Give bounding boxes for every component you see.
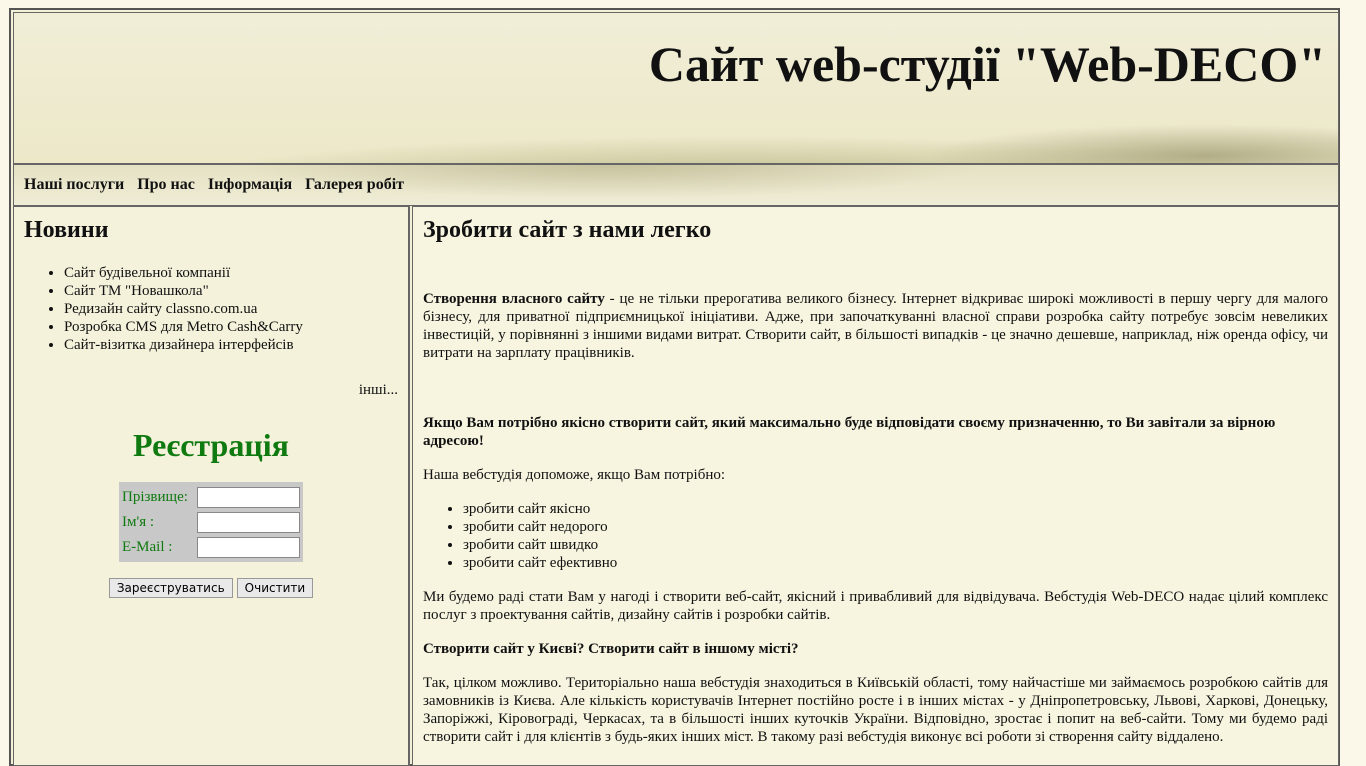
news-item[interactable]: Сайт будівельної компанії bbox=[64, 264, 398, 282]
registration-form: Прізвище: Ім'я : E-Mail : bbox=[119, 482, 303, 562]
callout-text: Якщо Вам потрібно якісно створити сайт, … bbox=[423, 415, 1276, 449]
list-item: зробити сайт швидко bbox=[463, 536, 1328, 554]
email-label: E-Mail : bbox=[122, 539, 173, 555]
email-row: E-Mail : bbox=[122, 535, 301, 560]
help-intro: Наша вебстудія допоможе, якщо Вам потріб… bbox=[423, 467, 726, 483]
news-item[interactable]: Сайт-візитка дизайнера інтерфейсів bbox=[64, 336, 398, 354]
intro-paragraph: Створення власного сайту - це не тільки … bbox=[423, 290, 1328, 362]
surname-row: Прізвище: bbox=[122, 485, 301, 510]
site-title: Сайт web-студії "Web-DECO" bbox=[648, 36, 1326, 92]
clear-button[interactable]: Очистити bbox=[236, 578, 314, 598]
page-frame: Сайт web-студії "Web-DECO" Наші послуги … bbox=[9, 8, 1340, 766]
nav-item-gallery[interactable]: Галерея робіт bbox=[305, 176, 404, 193]
city-paragraph: Так, цілком можливо. Територіально наша … bbox=[423, 675, 1328, 745]
list-item: зробити сайт ефективно bbox=[463, 554, 1328, 572]
main-title: Зробити сайт з нами легко bbox=[423, 217, 712, 243]
news-list: Сайт будівельної компанії Сайт ТМ "Новаш… bbox=[24, 264, 398, 354]
news-item[interactable]: Редизайн сайту classno.com.ua bbox=[64, 300, 398, 318]
registration-buttons: Зареєструватись Очистити bbox=[24, 578, 398, 598]
main-nav: Наші послуги Про нас Інформація Галерея … bbox=[13, 164, 1339, 206]
intro-bold: Створення власного сайту bbox=[423, 291, 605, 307]
site-header: Сайт web-студії "Web-DECO" bbox=[13, 12, 1339, 164]
nav-item-services[interactable]: Наші послуги bbox=[24, 176, 124, 193]
help-list: зробити сайт якісно зробити сайт недорог… bbox=[423, 500, 1328, 572]
city-question: Створити сайт у Києві? Створити сайт в і… bbox=[423, 641, 799, 657]
left-sidebar: Новини Сайт будівельної компанії Сайт ТМ… bbox=[13, 206, 410, 766]
surname-field[interactable] bbox=[197, 487, 300, 508]
news-item[interactable]: Сайт ТМ "Новашкола" bbox=[64, 282, 398, 300]
nav-item-info[interactable]: Інформація bbox=[208, 176, 292, 193]
nav-item-about[interactable]: Про нас bbox=[137, 176, 195, 193]
list-item: зробити сайт якісно bbox=[463, 500, 1328, 518]
main-content: Зробити сайт з нами легко Створення влас… bbox=[412, 206, 1339, 766]
news-item[interactable]: Розробка CMS для Metro Cash&Carry bbox=[64, 318, 398, 336]
news-more-link[interactable]: інші... bbox=[24, 382, 398, 399]
offer-paragraph: Ми будемо раді стати Вам у нагоді і ство… bbox=[423, 589, 1328, 623]
list-item: зробити сайт недорого bbox=[463, 518, 1328, 536]
name-field[interactable] bbox=[197, 512, 300, 533]
register-button[interactable]: Зареєструватись bbox=[108, 578, 233, 598]
registration-title: Реєстрація bbox=[133, 427, 289, 463]
surname-label: Прізвище: bbox=[122, 489, 188, 505]
news-title: Новини bbox=[24, 217, 109, 243]
name-row: Ім'я : bbox=[122, 510, 301, 535]
name-label: Ім'я : bbox=[122, 514, 155, 530]
email-field[interactable] bbox=[197, 537, 300, 558]
